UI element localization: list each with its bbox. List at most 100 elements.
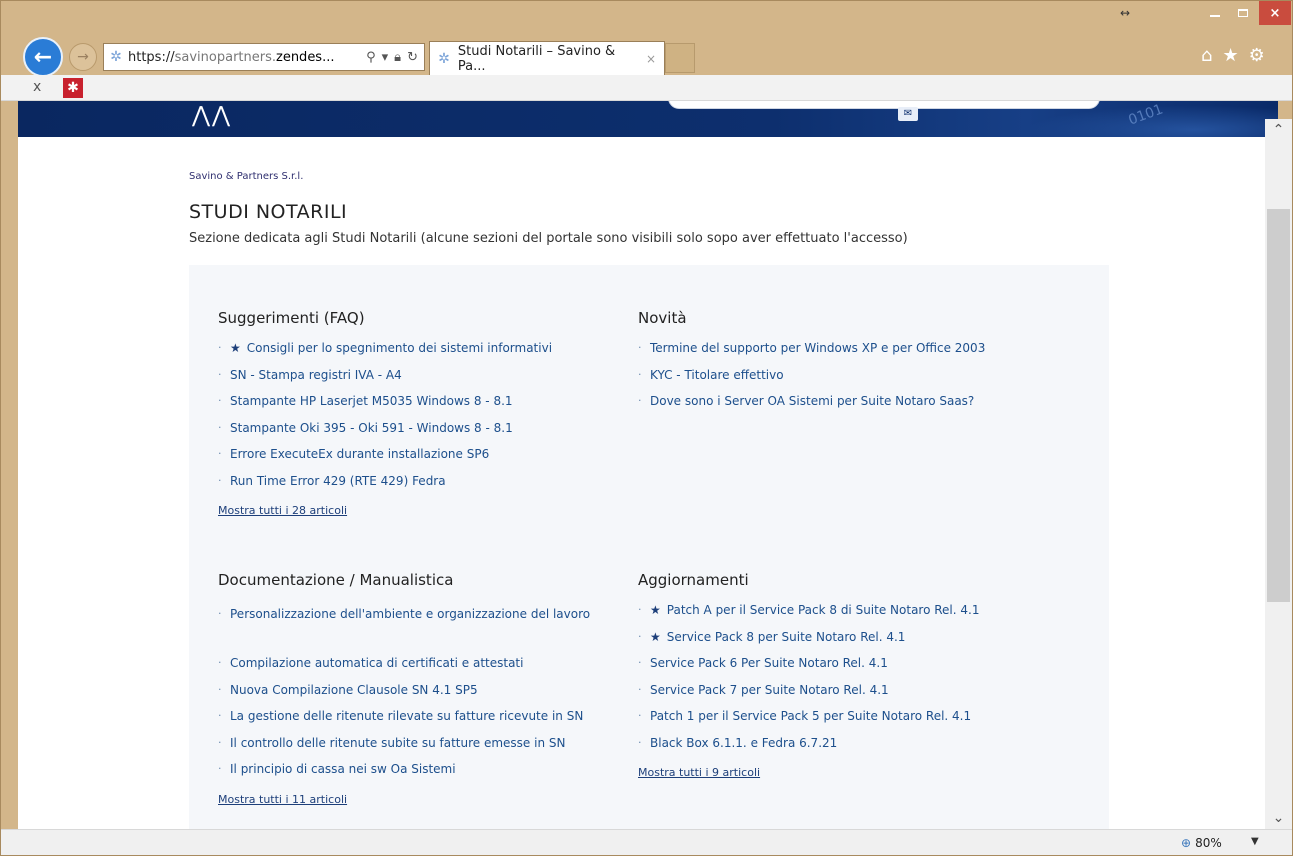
list-item[interactable]: · ★ Consigli per lo spegnimento dei sistem… — [218, 339, 618, 366]
article-link[interactable]: Stampante Oki 395 - Oki 591 - Windows 8 … — [230, 421, 513, 435]
article-link[interactable]: Patch 1 per il Service Pack 5 per Suite … — [650, 709, 971, 723]
show-all-updates-link[interactable]: Mostra tutti i 9 articoli — [638, 766, 760, 779]
article-link[interactable]: Il principio di cassa nei sw Oa Sistemi — [230, 762, 456, 776]
list-item[interactable]: · Service Pack 7 per Suite Notaro Rel. 4.… — [638, 681, 1078, 708]
section-updates: Aggiornamenti · ★ Patch A per il Service P… — [638, 567, 1078, 780]
vertical-scrollbar[interactable]: ⌃ ⌄ — [1265, 119, 1292, 829]
article-link[interactable]: SN - Stampa registri IVA - A4 — [230, 368, 402, 382]
mail-icon[interactable]: ✉ — [898, 107, 918, 121]
lock-icon[interactable]: 🔒︎ — [394, 50, 401, 65]
article-link[interactable]: Patch A per il Service Pack 8 di Suite N… — [667, 603, 980, 617]
zoom-level: 80% — [1195, 836, 1222, 850]
bullet-icon: · — [218, 682, 222, 696]
list-item[interactable]: · Compilazione automatica di certificati … — [218, 654, 618, 681]
star-icon: ★ — [230, 341, 241, 355]
command-bar: x ✱ — [1, 75, 1292, 101]
zoom-dropdown-icon[interactable]: ▼ — [1251, 836, 1259, 847]
zoom-control[interactable]: ⊕ 80% — [1181, 836, 1222, 850]
bullet-icon: · — [638, 629, 642, 643]
article-link[interactable]: Service Pack 7 per Suite Notaro Rel. 4.1 — [650, 683, 889, 697]
bullet-icon: · — [218, 394, 222, 407]
list-item[interactable]: · Run Time Error 429 (RTE 429) Fedra — [218, 472, 618, 499]
tab-studi-notarili[interactable]: ✲ Studi Notarili – Savino & Pa... × — [429, 41, 665, 75]
arrow-left-icon: ← — [33, 44, 53, 70]
list-item[interactable]: · SN - Stampa registri IVA - A4 — [218, 366, 618, 393]
list-item[interactable]: · Service Pack 6 Per Suite Notaro Rel. 4.… — [638, 654, 1078, 681]
show-all-faq-link[interactable]: Mostra tutti i 28 articoli — [218, 504, 347, 517]
article-link[interactable]: Termine del supporto per Windows XP e pe… — [650, 341, 985, 355]
minimize-button[interactable] — [1201, 1, 1229, 25]
new-tab-button[interactable] — [665, 43, 695, 73]
list-item[interactable]: · La gestione delle ritenute rilevate su … — [218, 707, 618, 734]
gear-icon[interactable]: ⚙ — [1249, 45, 1265, 66]
close-bar-icon[interactable]: x — [33, 79, 41, 95]
list-item[interactable]: · Nuova Compilazione Clausole SN 4.1 SP5 — [218, 681, 618, 708]
article-link[interactable]: Personalizzazione dell'ambiente e organi… — [230, 607, 590, 621]
scroll-up-icon[interactable]: ⌃ — [1265, 119, 1292, 141]
article-link[interactable]: Stampante HP Laserjet M5035 Windows 8 - … — [230, 394, 513, 408]
star-icon: ★ — [650, 629, 661, 644]
article-link[interactable]: Compilazione automatica di certificati e… — [230, 656, 523, 670]
list-item[interactable]: · Errore ExecuteEx durante installazione … — [218, 445, 618, 472]
breadcrumb[interactable]: Savino & Partners S.r.l. — [189, 171, 303, 182]
section-faq: Suggerimenti (FAQ) · ★ Consigli per lo spe… — [218, 305, 618, 518]
maximize-button[interactable] — [1229, 1, 1257, 25]
section-title: Documentazione / Manualistica — [218, 571, 454, 589]
scroll-down-icon[interactable]: ⌄ — [1265, 807, 1292, 829]
article-link[interactable]: Black Box 6.1.1. e Fedra 6.7.21 — [650, 736, 837, 750]
list-item[interactable]: · Il controllo delle ritenute subite su f… — [218, 734, 618, 761]
scroll-thumb[interactable] — [1267, 209, 1290, 602]
section-documentation: Documentazione / Manualistica · Personali… — [218, 567, 618, 807]
bullet-icon: · — [638, 709, 642, 722]
bullet-icon: · — [638, 656, 642, 669]
list-item[interactable]: · Dove sono i Server OA Sistemi per Suite… — [638, 392, 1078, 419]
tab-close-icon[interactable]: × — [646, 52, 656, 66]
arrow-right-icon: → — [77, 49, 89, 65]
article-link[interactable]: Nuova Compilazione Clausole SN 4.1 SP5 — [230, 683, 478, 697]
article-link[interactable]: Dove sono i Server OA Sistemi per Suite … — [650, 394, 974, 408]
list-item[interactable]: · Patch 1 per il Service Pack 5 per Suite… — [638, 707, 1078, 734]
site-favicon-icon: ✲ — [110, 49, 122, 65]
list-item[interactable]: · Il principio di cassa nei sw Oa Sistemi — [218, 760, 618, 787]
addon-icon[interactable]: ✱ — [63, 78, 83, 98]
bullet-icon: · — [638, 735, 642, 749]
minimize-icon — [1210, 15, 1220, 17]
show-all-docs-link[interactable]: Mostra tutti i 11 articoli — [218, 793, 347, 806]
resize-icon[interactable]: ↔ — [1111, 1, 1139, 25]
list-item[interactable]: · Black Box 6.1.1. e Fedra 6.7.21 — [638, 734, 1078, 761]
list-item[interactable]: · Stampante HP Laserjet M5035 Windows 8 -… — [218, 392, 618, 419]
article-link[interactable]: Il controllo delle ritenute subite su fa… — [230, 736, 565, 750]
site-logo[interactable]: ⋀⋀ — [192, 103, 232, 128]
article-link[interactable]: KYC - Titolare effettivo — [650, 368, 784, 382]
home-icon[interactable]: ⌂ — [1201, 45, 1212, 66]
article-link[interactable]: Errore ExecuteEx durante installazione S… — [230, 447, 489, 461]
article-link[interactable]: Consigli per lo spegnimento dei sistemi … — [247, 341, 552, 355]
bullet-icon: · — [218, 341, 222, 354]
favorites-star-icon[interactable]: ★ — [1222, 45, 1238, 66]
list-item[interactable]: · Termine del supporto per Windows XP e p… — [638, 339, 1078, 366]
section-title: Aggiornamenti — [638, 571, 749, 589]
list-item[interactable]: · ★ Patch A per il Service Pack 8 di Suite… — [638, 601, 1078, 628]
article-link[interactable]: La gestione delle ritenute rilevate su f… — [230, 709, 583, 723]
article-link[interactable]: Run Time Error 429 (RTE 429) Fedra — [230, 474, 446, 488]
browser-window: ↔ × ← → ✲ https:// savinopartners. zende… — [0, 0, 1293, 856]
url-host-dim: savinopartners. — [174, 49, 276, 65]
search-icon[interactable]: ⚲ — [366, 50, 376, 65]
list-item[interactable]: · KYC - Titolare effettivo — [638, 366, 1078, 393]
close-window-button[interactable]: × — [1259, 1, 1291, 25]
forward-button[interactable]: → — [69, 43, 97, 71]
back-button[interactable]: ← — [23, 37, 63, 77]
refresh-icon[interactable]: ↻ — [407, 50, 418, 65]
star-icon: ★ — [650, 603, 661, 617]
bullet-icon: · — [218, 762, 222, 775]
list-item[interactable]: · Stampante Oki 395 - Oki 591 - Windows 8… — [218, 419, 618, 446]
article-link[interactable]: Service Pack 8 per Suite Notaro Rel. 4.1 — [667, 630, 906, 644]
dropdown-icon[interactable]: ▾ — [382, 50, 389, 65]
bullet-icon: · — [638, 367, 642, 381]
list-item[interactable]: · Personalizzazione dell'ambiente e organ… — [218, 601, 618, 654]
address-bar[interactable]: ✲ https:// savinopartners. zendes... ⚲ ▾… — [103, 43, 425, 71]
site-banner: ⋀⋀ ✉ 0101 — [18, 101, 1278, 137]
article-link[interactable]: Service Pack 6 Per Suite Notaro Rel. 4.1 — [650, 656, 888, 670]
section-title: Novità — [638, 309, 687, 327]
list-item[interactable]: · ★ Service Pack 8 per Suite Notaro Rel. 4… — [638, 628, 1078, 655]
